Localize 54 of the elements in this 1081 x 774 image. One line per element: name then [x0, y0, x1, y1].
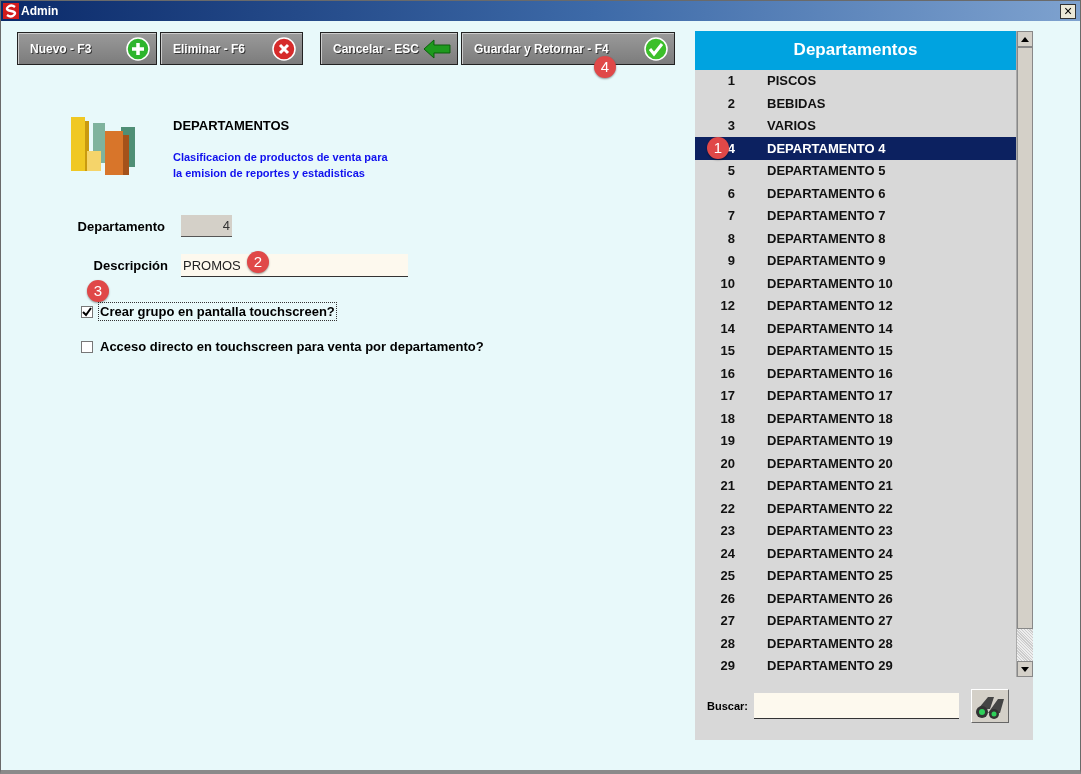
plus-icon [126, 36, 150, 61]
number-badge: 2 [247, 251, 269, 273]
close-button[interactable]: × [1060, 3, 1076, 19]
list-row[interactable]: 27 DEPARTAMENTO 27 [695, 609, 1016, 632]
app-logo-icon [3, 3, 19, 19]
list-row[interactable]: 14 DEPARTAMENTO 14 [695, 317, 1016, 340]
arrow-left-icon [423, 38, 451, 59]
checkbox-label[interactable]: Acceso directo en touchscreen para venta por departamento? [99, 338, 485, 355]
field-label: Departamento [76, 218, 165, 234]
search-label: Buscar: [707, 700, 748, 712]
checkbox-label[interactable]: Crear grupo en pantalla touchscreen? [99, 303, 336, 320]
list-row[interactable]: 2 BEBIDAS [695, 92, 1016, 115]
list-row[interactable]: 25 DEPARTAMENTO 25 [695, 564, 1016, 587]
scrollbar-thumb[interactable] [1017, 47, 1033, 629]
list-row[interactable]: 20 DEPARTAMENTO 20 [695, 452, 1016, 475]
list-row[interactable]: 19 DEPARTAMENTO 19 [695, 429, 1016, 452]
checkbox[interactable] [81, 305, 93, 318]
list-row[interactable]: 18 DEPARTAMENTO 18 [695, 407, 1016, 430]
search-field[interactable] [753, 693, 959, 719]
list-row[interactable]: 28 DEPARTAMENTO 28 [695, 632, 1016, 655]
number-badge: 4 [594, 56, 616, 78]
list-row[interactable]: 24 DEPARTAMENTO 24 [695, 542, 1016, 565]
checkmark-icon [644, 36, 668, 61]
list-row[interactable]: 17 DEPARTAMENTO 17 [695, 384, 1016, 407]
list-row[interactable]: 23 DEPARTAMENTO 23 [695, 519, 1016, 542]
window-title: Admin [21, 4, 60, 18]
list-row[interactable]: 1 PISCOS [695, 69, 1016, 92]
field-label: Descripción [92, 258, 168, 273]
list-row[interactable]: 15 DEPARTAMENTO 15 [695, 339, 1016, 362]
caret-up-icon [1021, 36, 1029, 42]
list-row[interactable]: 8 DEPARTAMENTO 8 [695, 227, 1016, 250]
list-row[interactable]: 12 DEPARTAMENTO 12 [695, 294, 1016, 317]
list-row[interactable]: 21 DEPARTAMENTO 21 [695, 474, 1016, 497]
close-icon [272, 36, 296, 61]
list-row[interactable]: 29 DEPARTAMENTO 29 [695, 654, 1016, 677]
list-row[interactable]: 26 DEPARTAMENTO 26 [695, 587, 1016, 610]
caret-down-icon [1021, 666, 1029, 672]
section-description: Clasificacion de productos de venta para la emision de reportes y estadisticas [173, 150, 388, 181]
number-badge: 3 [87, 280, 109, 302]
list-row[interactable]: 5 DEPARTAMENTO 5 [695, 159, 1016, 182]
list-row[interactable]: 9 DEPARTAMENTO 9 [695, 249, 1016, 272]
list-row[interactable]: 7 DEPARTAMENTO 7 [695, 204, 1016, 227]
list-row[interactable]: 16 DEPARTAMENTO 16 [695, 362, 1016, 385]
list-header: Departamentos [695, 31, 1016, 70]
list-row[interactable]: 6 DEPARTAMENTO 6 [695, 182, 1016, 205]
department-number-field[interactable]: 4 [181, 215, 232, 237]
search-button[interactable] [970, 689, 1009, 723]
checkbox[interactable] [81, 340, 93, 353]
section-title: DEPARTAMENTOS [173, 118, 291, 133]
list-row[interactable]: 3 VARIOS [695, 114, 1016, 137]
list-row[interactable]: 10 DEPARTAMENTO 10 [695, 272, 1016, 295]
scroll-down-button[interactable] [1017, 661, 1033, 677]
scroll-up-button[interactable] [1017, 31, 1033, 47]
list-row[interactable]: 22 DEPARTAMENTO 22 [695, 497, 1016, 520]
